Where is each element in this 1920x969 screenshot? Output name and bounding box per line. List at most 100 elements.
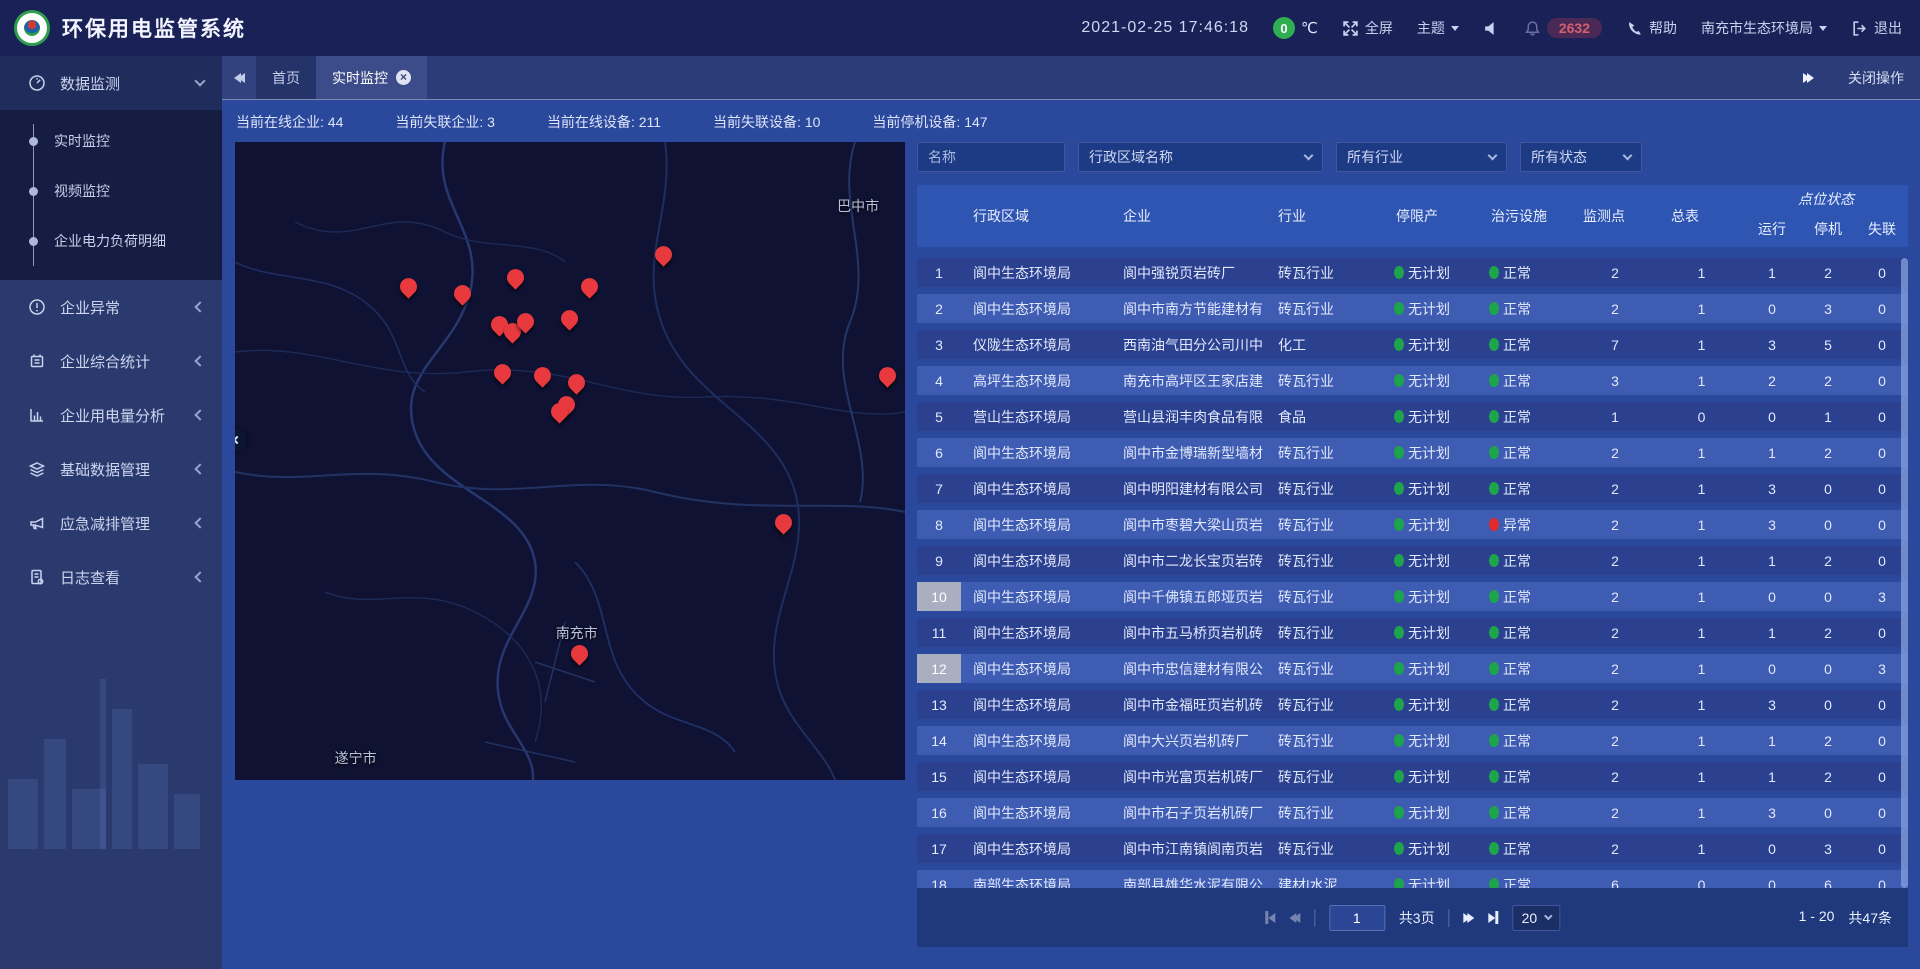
sidebar-item-2[interactable]: 企业综合统计	[0, 334, 222, 388]
cell-facility-text: 正常	[1503, 767, 1531, 787]
industry-filter-select[interactable]: 所有行业	[1336, 142, 1507, 172]
sidebar: 数据监测实时监控视频监控企业电力负荷明细企业异常企业综合统计企业用电量分析基础数…	[0, 56, 222, 969]
col-plan: 停限产	[1384, 185, 1479, 247]
sidebar-item-6[interactable]: 日志查看	[0, 550, 222, 604]
org-menu[interactable]: 南充市生态环境局	[1701, 18, 1827, 38]
sidebar-subitem-0[interactable]: 实时监控	[0, 116, 222, 166]
name-filter-input[interactable]	[928, 149, 1054, 165]
map-pin[interactable]	[454, 285, 472, 303]
table-row[interactable]: 2阆中生态环境局阆中市南方节能建材有砖瓦行业无计划正常21030	[917, 294, 1908, 323]
tabs-scroll-left-button[interactable]	[222, 56, 256, 99]
table-row[interactable]: 13阆中生态环境局阆中市金福旺页岩机砖砖瓦行业无计划正常21300	[917, 690, 1908, 719]
map-pin[interactable]	[568, 374, 586, 392]
cell-facility-text: 正常	[1503, 263, 1531, 283]
sidebar-item-0[interactable]: 数据监测	[0, 56, 222, 110]
status-dot-green	[1394, 698, 1404, 711]
tab-actions: 关闭操作	[1803, 68, 1920, 88]
cell-facility: 正常	[1479, 294, 1571, 323]
last-page-button[interactable]	[1489, 911, 1499, 924]
pin-icon	[564, 370, 588, 394]
sidebar-subitem-label: 视频监控	[54, 181, 110, 201]
sidebar-item-1[interactable]: 企业异常	[0, 280, 222, 334]
table-row[interactable]: 11阆中生态环境局阆中市五马桥页岩机砖砖瓦行业无计划正常21120	[917, 618, 1908, 647]
range-label: 1 - 20	[1799, 908, 1835, 928]
table-row[interactable]: 7阆中生态环境局阆中明阳建材有限公司砖瓦行业无计划正常21300	[917, 474, 1908, 503]
col-region: 行政区域	[961, 185, 1111, 247]
table-row[interactable]: 18南部生态环境局南部县雄华水泥有限公建材|水泥无计划正常60060	[917, 870, 1908, 888]
sidebar-item-5[interactable]: 应急减排管理	[0, 496, 222, 550]
table-row[interactable]: 15阆中生态环境局阆中市光富页岩机砖厂砖瓦行业无计划正常21120	[917, 762, 1908, 791]
chevron-down-icon	[1488, 151, 1498, 161]
cell-points: 2	[1571, 474, 1659, 503]
first-page-button[interactable]	[1265, 911, 1275, 924]
map-pin[interactable]	[581, 278, 599, 296]
map-pin[interactable]	[517, 313, 535, 331]
next-page-button[interactable]	[1464, 913, 1475, 923]
map-pin[interactable]	[561, 310, 579, 328]
cell-run: 1	[1744, 258, 1800, 287]
cell-index: 9	[917, 546, 961, 575]
map-pin[interactable]	[879, 368, 897, 386]
page-size-select[interactable]: 20	[1513, 905, 1561, 931]
page-input[interactable]	[1329, 905, 1385, 931]
cell-region: 阆中生态环境局	[961, 798, 1111, 827]
stat-colon: :	[631, 114, 639, 130]
table-row[interactable]: 5营山生态环境局营山县润丰肉食品有限食品无计划正常10010	[917, 402, 1908, 431]
chevron-left-icon	[194, 355, 205, 366]
map-pin[interactable]	[507, 269, 525, 287]
help-button[interactable]: 帮助	[1626, 18, 1677, 38]
tab-close-icon[interactable]: ×	[396, 70, 411, 85]
tabs-scroll-right-button[interactable]	[1803, 73, 1814, 83]
stat-label: 当前失联设备	[713, 114, 797, 130]
sidebar-item-3[interactable]: 企业用电量分析	[0, 388, 222, 442]
table-row[interactable]: 9阆中生态环境局阆中市二龙长宝页岩砖砖瓦行业无计划正常21120	[917, 546, 1908, 575]
cell-region: 营山生态环境局	[961, 402, 1111, 431]
prev-page-button[interactable]	[1289, 913, 1300, 923]
fullscreen-button[interactable]: 全屏	[1342, 18, 1393, 38]
map-pin[interactable]	[534, 368, 552, 386]
alerts-button[interactable]: 2632	[1524, 18, 1602, 38]
name-filter-field[interactable]	[917, 142, 1065, 172]
close-operations-button[interactable]: 关闭操作	[1848, 68, 1904, 88]
cell-plan: 无计划	[1384, 258, 1479, 287]
cell-meter: 1	[1659, 654, 1744, 683]
cell-region: 阆中生态环境局	[961, 654, 1111, 683]
status-filter-select[interactable]: 所有状态	[1520, 142, 1642, 172]
map-pin[interactable]	[551, 403, 569, 421]
map-pin[interactable]	[400, 278, 418, 296]
map-pin[interactable]	[655, 246, 673, 264]
status-dot-green	[1394, 302, 1404, 315]
cell-index: 15	[917, 762, 961, 791]
table-row[interactable]: 14阆中生态环境局阆中大兴页岩机砖厂砖瓦行业无计划正常21120	[917, 726, 1908, 755]
map-pin[interactable]	[571, 645, 589, 663]
tab-1[interactable]: 实时监控×	[316, 56, 427, 99]
table-row[interactable]: 4高坪生态环境局南充市高坪区王家店建砖瓦行业无计划正常31220	[917, 366, 1908, 395]
table-row[interactable]: 17阆中生态环境局阆中市江南镇阆南页岩砖瓦行业无计划正常21030	[917, 834, 1908, 863]
sound-button[interactable]	[1483, 20, 1500, 37]
cell-plan: 无计划	[1384, 726, 1479, 755]
sidebar-item-label: 企业用电量分析	[60, 405, 182, 426]
map-pin[interactable]	[494, 364, 512, 382]
region-filter-select[interactable]: 行政区域名称	[1078, 142, 1323, 172]
theme-button[interactable]: 主题	[1417, 18, 1459, 38]
cell-plan-text: 无计划	[1408, 479, 1450, 499]
table-row[interactable]: 1阆中生态环境局阆中强锐页岩砖厂砖瓦行业无计划正常21120	[917, 258, 1908, 287]
table-scrollbar[interactable]	[1901, 258, 1908, 888]
cell-stop: 0	[1800, 654, 1856, 683]
table-row[interactable]: 12阆中生态环境局阆中市忠信建材有限公砖瓦行业无计划正常21003	[917, 654, 1908, 683]
sidebar-subitem-1[interactable]: 视频监控	[0, 166, 222, 216]
map-pin[interactable]	[775, 514, 793, 532]
sidebar-item-4[interactable]: 基础数据管理	[0, 442, 222, 496]
map-panel[interactable]: 巴中市南充市遂宁市	[235, 142, 905, 780]
table-row[interactable]: 3仪陇生态环境局西南油气田分公司川中化工无计划正常71350	[917, 330, 1908, 359]
table-row[interactable]: 16阆中生态环境局阆中市石子页岩机砖厂砖瓦行业无计划正常21300	[917, 798, 1908, 827]
table-row[interactable]: 8阆中生态环境局阆中市枣碧大梁山页岩砖瓦行业无计划异常21300	[917, 510, 1908, 539]
tab-0[interactable]: 首页	[256, 56, 316, 99]
cell-run: 2	[1744, 366, 1800, 395]
table-row[interactable]: 10阆中生态环境局阆中千佛镇五郎垭页岩砖瓦行业无计划正常21003	[917, 582, 1908, 611]
cell-facility: 正常	[1479, 258, 1571, 287]
logout-button[interactable]: 退出	[1851, 18, 1902, 38]
table-row[interactable]: 6阆中生态环境局阆中市金博瑞新型墙材砖瓦行业无计划正常21120	[917, 438, 1908, 467]
cell-facility-text: 正常	[1503, 659, 1531, 679]
sidebar-subitem-2[interactable]: 企业电力负荷明细	[0, 216, 222, 266]
